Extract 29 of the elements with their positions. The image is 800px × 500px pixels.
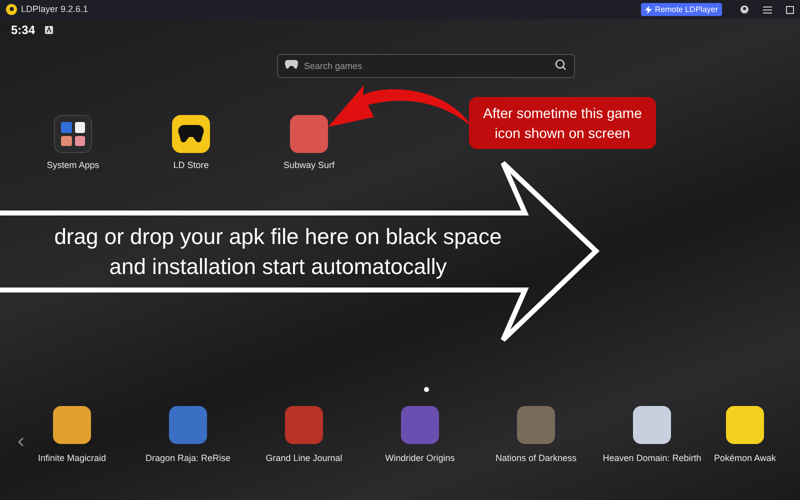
app-label[interactable]: Subway Surf: [283, 159, 335, 172]
game-label[interactable]: Nations of Darkness: [495, 452, 577, 465]
window-icon[interactable]: [786, 6, 794, 14]
lightning-icon: [644, 6, 652, 14]
search-icon[interactable]: [555, 59, 566, 70]
game-label[interactable]: Windrider Origins: [385, 452, 455, 465]
game-label[interactable]: Dragon Raja: ReRise: [145, 452, 231, 465]
game-icon[interactable]: [633, 406, 671, 444]
notification-icon: [45, 26, 54, 34]
game-icon[interactable]: [53, 406, 91, 444]
gamepad-app-icon[interactable]: [172, 115, 210, 153]
clock-time: 5:34: [11, 22, 36, 39]
annotation-callout: After sometime this game icon shown on screen: [469, 97, 656, 149]
game-label[interactable]: Pokémon Awak: [714, 452, 776, 465]
app-logo-icon: [6, 4, 17, 15]
annotation-text: drag or drop your apk file here on black space and installation start automatocally: [53, 223, 503, 281]
game-label[interactable]: Infinite Magicraid: [38, 452, 106, 465]
game-icon[interactable]: [726, 406, 764, 444]
game-label[interactable]: Grand Line Journal: [266, 452, 342, 465]
game-label[interactable]: Heaven Domain: Rebirth: [602, 452, 702, 465]
window-title: LDPlayer 9.2.6.1: [21, 2, 88, 16]
account-icon[interactable]: [740, 5, 749, 14]
folder-icon[interactable]: [54, 115, 92, 153]
app-label[interactable]: LD Store: [173, 159, 209, 172]
remote-button[interactable]: Remote LDPlayer: [640, 3, 722, 16]
menu-icon[interactable]: [763, 6, 772, 14]
search-field[interactable]: Search games: [277, 54, 575, 78]
app-label[interactable]: System Apps: [46, 159, 100, 172]
gamepad-icon: [285, 60, 298, 69]
